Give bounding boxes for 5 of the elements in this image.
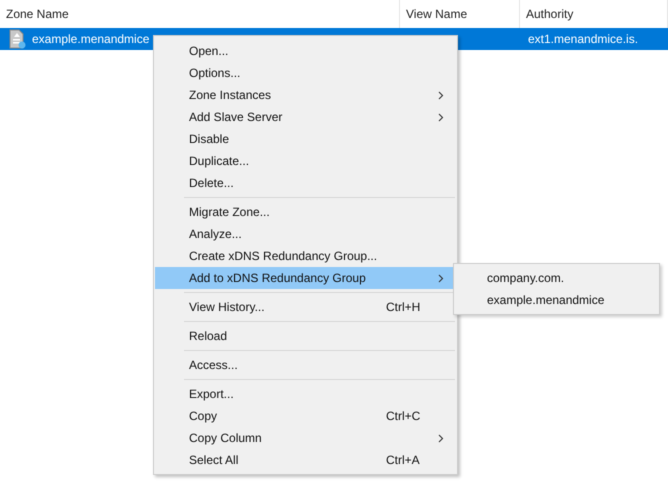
table-cell: example.menandmice xyxy=(32,32,150,46)
table-cell: ext1.menandmice.is. xyxy=(528,32,638,46)
shortcut-label: Ctrl+A xyxy=(386,453,421,467)
shortcut-label: Ctrl+C xyxy=(386,409,422,423)
shortcut-label: Ctrl+H xyxy=(386,300,422,314)
